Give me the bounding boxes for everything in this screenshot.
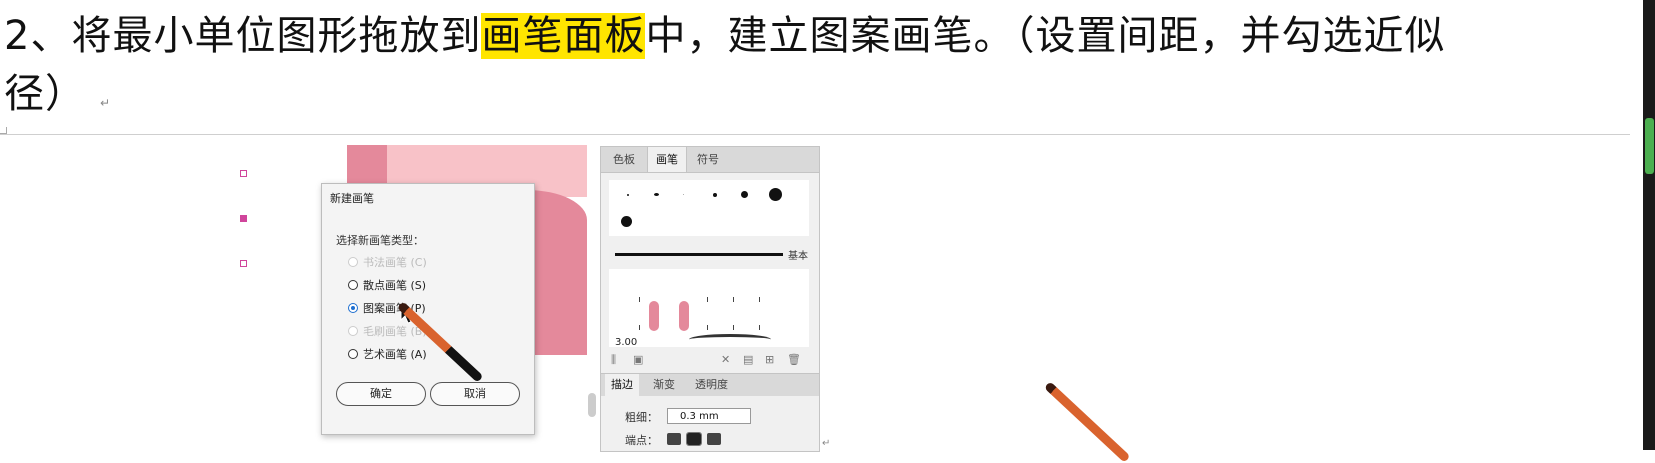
brush-dot[interactable] bbox=[713, 193, 717, 197]
brush-dot[interactable] bbox=[769, 188, 782, 201]
weight-value: 0.3 mm bbox=[680, 411, 719, 422]
canvas-scroll-knob[interactable] bbox=[588, 393, 596, 417]
options-icon[interactable]: ▤ bbox=[743, 353, 753, 366]
option-label: 书法画笔 (C) bbox=[363, 256, 427, 269]
tick bbox=[639, 297, 640, 302]
remove-stroke-icon[interactable]: ✕ bbox=[721, 353, 730, 366]
radio-selected-icon[interactable] bbox=[348, 303, 358, 313]
tick bbox=[707, 325, 708, 330]
weight-stepper[interactable]: 0.3 mm bbox=[667, 408, 751, 424]
brush-size-readout: 3.00 bbox=[615, 337, 637, 348]
brush-dot[interactable] bbox=[683, 194, 684, 195]
library-menu-icon[interactable]: ▣ bbox=[633, 353, 643, 366]
brush-dot[interactable] bbox=[621, 216, 632, 227]
butt-cap-icon[interactable] bbox=[667, 433, 681, 445]
new-brush-icon[interactable]: ⊞ bbox=[765, 353, 774, 366]
delete-icon[interactable]: 🗑 bbox=[787, 353, 801, 366]
cap-label: 端点： bbox=[625, 434, 658, 447]
option-label: 散点画笔 (S) bbox=[363, 279, 427, 292]
tab-symbols[interactable]: 符号 bbox=[689, 147, 727, 172]
selection-handle[interactable] bbox=[240, 260, 247, 267]
basic-brush-stroke[interactable] bbox=[615, 253, 783, 256]
option-label: 艺术画笔 (A) bbox=[363, 348, 427, 361]
tab-brushes[interactable]: 画笔 bbox=[647, 147, 687, 172]
scrollbar-thumb[interactable] bbox=[1645, 118, 1654, 174]
doc-line-2: 径） ↵ bbox=[4, 70, 111, 127]
brush-size-value: 3.00 bbox=[615, 337, 638, 348]
doc-line-1: 2、将最小单位图形拖放到画笔面板中，建立图案画笔。（设置间距，并勾选近似 bbox=[4, 12, 1445, 60]
page-boundary-line bbox=[0, 134, 1630, 135]
pen-stylus-icon bbox=[1043, 381, 1131, 463]
selection-handle[interactable] bbox=[240, 215, 247, 222]
tick bbox=[733, 325, 734, 330]
pattern-pill bbox=[649, 301, 659, 331]
radio-icon[interactable] bbox=[348, 349, 358, 359]
tick bbox=[759, 297, 760, 302]
round-cap-icon[interactable] bbox=[686, 432, 702, 446]
pattern-pill bbox=[679, 301, 689, 331]
paragraph-mark-icon: ↵ bbox=[822, 438, 831, 449]
tick bbox=[639, 325, 640, 330]
radio-icon bbox=[348, 326, 358, 336]
option-scatter-brush[interactable]: 散点画笔 (S) bbox=[348, 277, 426, 293]
brush-library-area bbox=[609, 180, 809, 236]
doc-text-before: 2、将最小单位图形拖放到 bbox=[4, 13, 482, 59]
radio-icon bbox=[348, 257, 358, 267]
option-calligraphic-brush: 书法画笔 (C) bbox=[348, 254, 427, 270]
highlighted-text: 画笔面板 bbox=[481, 13, 646, 59]
brush-dot[interactable] bbox=[627, 194, 629, 196]
page-corner-mark bbox=[0, 127, 7, 134]
tab-gradient[interactable]: 渐变 bbox=[653, 374, 675, 396]
stroke-panel-tabs: 描边 渐变 透明度 bbox=[601, 373, 819, 396]
panel-toolbar: ⫼ ▣ ✕ ▤ ⊞ 🗑 bbox=[609, 353, 809, 369]
tab-stroke[interactable]: 描边 bbox=[605, 374, 639, 396]
weight-label: 粗细： bbox=[625, 411, 658, 424]
new-brush-dialog: 新建画笔 选择新画笔类型： 书法画笔 (C) 散点画笔 (S) 图案画笔 (P)… bbox=[321, 183, 535, 435]
option-art-brush[interactable]: 艺术画笔 (A) bbox=[348, 346, 427, 362]
brush-library-icon[interactable]: ⫼ bbox=[611, 353, 616, 367]
ok-button[interactable]: 确定 bbox=[336, 382, 426, 406]
doc-text-after: 中，建立图案画笔。（设置间距，并勾选近似 bbox=[645, 13, 1446, 59]
brush-dot[interactable] bbox=[741, 191, 748, 198]
dialog-prompt: 选择新画笔类型： bbox=[336, 234, 424, 247]
tick bbox=[707, 297, 708, 302]
radio-icon[interactable] bbox=[348, 280, 358, 290]
paragraph-mark-icon: ↵ bbox=[100, 96, 112, 110]
panel-tab-bar: 色板 画笔 符号 bbox=[601, 147, 819, 173]
selection-handle[interactable] bbox=[240, 170, 247, 177]
brush-panel: 色板 画笔 符号 基本 3.00 ⫼ ▣ ✕ ▤ ⊞ 🗑 描边 渐变 透明度 粗… bbox=[600, 146, 820, 452]
vertical-scrollbar[interactable] bbox=[1643, 0, 1655, 450]
tab-transparency[interactable]: 透明度 bbox=[695, 374, 728, 396]
tick bbox=[733, 297, 734, 302]
doc-text-line2: 径） bbox=[4, 71, 86, 117]
tick bbox=[759, 325, 760, 330]
cancel-button[interactable]: 取消 bbox=[430, 382, 520, 406]
brush-dot[interactable] bbox=[654, 193, 659, 196]
wave-brush-stroke[interactable] bbox=[689, 334, 771, 345]
dialog-title: 新建画笔 bbox=[330, 192, 374, 205]
basic-brush-label: 基本 bbox=[788, 251, 808, 262]
tab-swatches[interactable]: 色板 bbox=[605, 147, 643, 172]
projecting-cap-icon[interactable] bbox=[707, 433, 721, 445]
